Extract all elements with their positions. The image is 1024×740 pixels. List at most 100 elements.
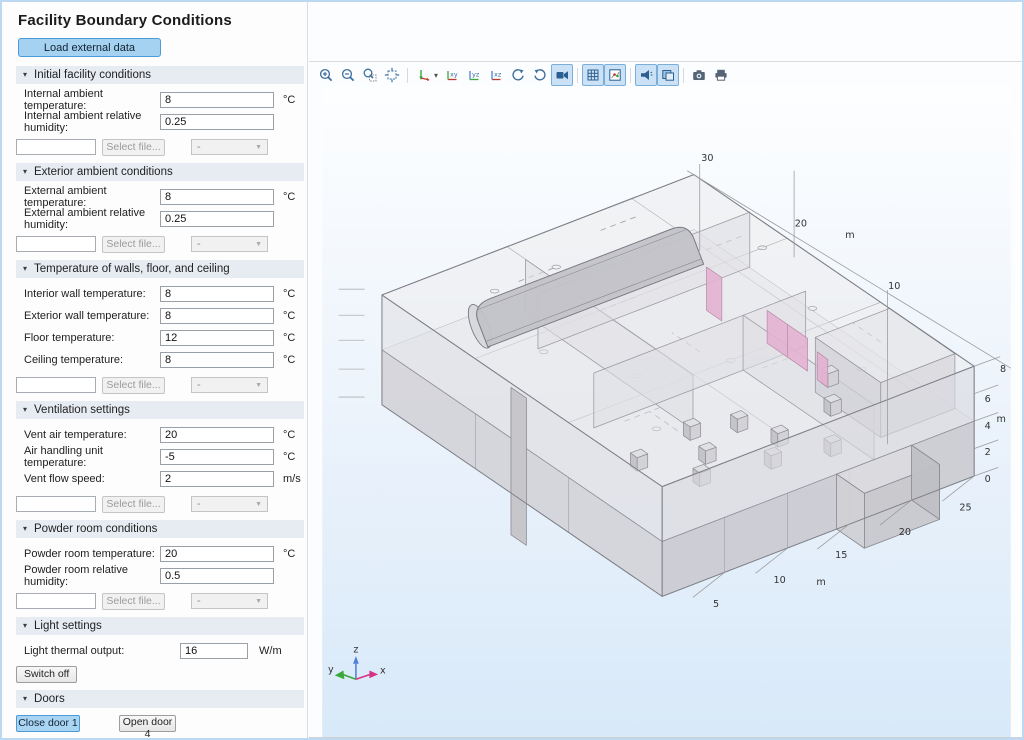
file-dropdown-value: -	[197, 498, 201, 510]
external-ambient-temperature-input[interactable]	[160, 189, 274, 205]
z-tick: 0	[985, 474, 991, 485]
view-xz-button[interactable]: xz	[485, 64, 507, 86]
z-tick: 8	[1000, 364, 1006, 375]
file-row: Select file...-▼	[16, 592, 304, 610]
field-row-internal-ambient-relative-humidity: Internal ambient relative humidity:	[24, 113, 304, 130]
zoom-box-button[interactable]	[359, 64, 381, 86]
section-header-doors[interactable]: ▾Doors	[16, 690, 304, 708]
rotate-cw-button[interactable]	[529, 64, 551, 86]
x-tick: 10	[774, 575, 786, 586]
file-row: Select file...-▼	[16, 138, 304, 156]
field-label: Vent air temperature:	[24, 429, 160, 441]
interior-wall-temperature-input[interactable]	[160, 286, 274, 302]
graphics-area[interactable]: 30 20 m 10 8 6 m 4 2 0 5 10 m 15 20 25	[309, 86, 1024, 737]
section-ventilation-settings: ▾Ventilation settings Vent air temperatur…	[16, 401, 304, 513]
file-dropdown: -▼	[191, 496, 268, 512]
perspective-button[interactable]	[551, 64, 573, 86]
file-path-input[interactable]	[16, 593, 96, 609]
vent-air-temperature-input[interactable]	[160, 427, 274, 443]
plot-settings-icon	[607, 67, 623, 83]
field-label: Internal ambient temperature:	[24, 88, 160, 112]
powder-room-relative-humidity-input[interactable]	[160, 568, 274, 584]
unit-label: °C	[283, 94, 295, 106]
field-label: External ambient temperature:	[24, 185, 160, 209]
zoom-out-button[interactable]	[337, 64, 359, 86]
view-dropdown-caret-icon[interactable]: ▾	[434, 71, 438, 80]
ceiling-temperature-input[interactable]	[160, 352, 274, 368]
x-tick: 25	[959, 503, 971, 514]
floor-temperature-input[interactable]	[160, 330, 274, 346]
chevron-down-icon: ▼	[255, 501, 262, 508]
field-label: Air handling unit temperature:	[24, 445, 160, 469]
section-doors: ▾DoorsClose door 1Open door 4Close door …	[16, 690, 304, 740]
page-title: Facility Boundary Conditions	[18, 12, 307, 29]
section-header-light-settings[interactable]: ▾Light settings	[16, 617, 304, 635]
section-title: Temperature of walls, floor, and ceiling	[34, 263, 230, 275]
internal-ambient-relative-humidity-input[interactable]	[160, 114, 274, 130]
light-thermal-output-input[interactable]	[180, 643, 248, 659]
screenshot-button[interactable]	[688, 64, 710, 86]
toolbar-separator	[407, 68, 408, 83]
section-temperature-of-walls-floor-and-ceiling: ▾Temperature of walls, floor, and ceilin…	[16, 260, 304, 394]
svg-text:xy: xy	[450, 71, 458, 79]
vent-flow-speed-input[interactable]	[160, 471, 274, 487]
section-title: Light settings	[34, 620, 102, 632]
file-path-input[interactable]	[16, 377, 96, 393]
bottom-divider	[309, 737, 1024, 738]
zoom-in-button[interactable]	[315, 64, 337, 86]
zoom-extents-button[interactable]	[381, 64, 403, 86]
default-view-button[interactable]	[412, 64, 434, 86]
triad-x-label: x	[380, 665, 386, 676]
file-path-input[interactable]	[16, 496, 96, 512]
field-row-external-ambient-relative-humidity: External ambient relative humidity:	[24, 210, 304, 227]
x-tick: 20	[899, 527, 911, 538]
section-header-ventilation-settings[interactable]: ▾Ventilation settings	[16, 401, 304, 419]
powder-room-temperature-input[interactable]	[160, 546, 274, 562]
open-door-4-button[interactable]: Open door 4	[119, 715, 176, 732]
environment-button[interactable]	[657, 64, 679, 86]
section-powder-room-conditions: ▾Powder room conditions Powder room tempe…	[16, 520, 304, 610]
exterior-wall-temperature-input[interactable]	[160, 308, 274, 324]
air-handling-unit-temperature-input[interactable]	[160, 449, 274, 465]
load-external-data-button[interactable]: Load external data	[18, 38, 161, 57]
select-file-button: Select file...	[102, 496, 165, 513]
field-label: Internal ambient relative humidity:	[24, 110, 160, 134]
view-xz-icon: xz	[488, 67, 504, 83]
file-path-input[interactable]	[16, 139, 96, 155]
file-path-input[interactable]	[16, 236, 96, 252]
chevron-down-icon: ▼	[255, 598, 262, 605]
triad-z-label: z	[353, 644, 358, 655]
z-tick: 4	[985, 421, 991, 432]
rotate-ccw-button[interactable]	[507, 64, 529, 86]
section-exterior-ambient-conditions: ▾Exterior ambient conditions External amb…	[16, 163, 304, 253]
select-file-button: Select file...	[102, 139, 165, 156]
plot-settings-button[interactable]	[604, 64, 626, 86]
external-ambient-relative-humidity-input[interactable]	[160, 211, 274, 227]
view-xy-button[interactable]: xy	[441, 64, 463, 86]
close-door-1-button[interactable]: Close door 1	[16, 715, 80, 732]
section-light-settings: ▾Light settingsLight thermal output:W/mS…	[16, 617, 304, 683]
graphics-canvas[interactable]: 30 20 m 10 8 6 m 4 2 0 5 10 m 15 20 25	[309, 86, 1024, 737]
section-header-powder-room-conditions[interactable]: ▾Powder room conditions	[16, 520, 304, 538]
unit-label: °C	[283, 548, 295, 560]
scene-light-button[interactable]	[635, 64, 657, 86]
section-header-exterior-ambient-conditions[interactable]: ▾Exterior ambient conditions	[16, 163, 304, 181]
grid-button[interactable]	[582, 64, 604, 86]
switch-off-button[interactable]: Switch off	[16, 666, 77, 683]
chevron-down-icon: ▼	[255, 241, 262, 248]
scene-light-icon	[638, 67, 654, 83]
field-row-powder-room-temperature: Powder room temperature:°C	[24, 545, 304, 562]
section-header-temperature-of-walls-floor-and-ceiling[interactable]: ▾Temperature of walls, floor, and ceilin…	[16, 260, 304, 278]
unit-label: °C	[283, 354, 295, 366]
view-yz-icon: yz	[466, 67, 482, 83]
field-row-vent-flow-speed: Vent flow speed:m/s	[24, 470, 304, 487]
internal-ambient-temperature-input[interactable]	[160, 92, 274, 108]
environment-icon	[660, 67, 676, 83]
view-yz-button[interactable]: yz	[463, 64, 485, 86]
print-button[interactable]	[710, 64, 732, 86]
x-axis-unit: m	[816, 577, 825, 588]
collapse-caret-icon: ▾	[23, 406, 27, 414]
collapse-caret-icon: ▾	[23, 168, 27, 176]
unit-label: m/s	[283, 473, 301, 485]
section-header-initial-facility-conditions[interactable]: ▾Initial facility conditions	[16, 66, 304, 84]
